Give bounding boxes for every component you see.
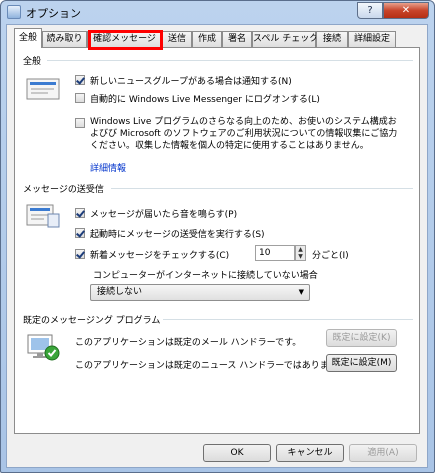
options-dialog: オプション ? ✕ 全般 読み取り 確認メッセージ 送信 作成 署名 スペル チ… bbox=[0, 0, 435, 473]
offline-option-select[interactable]: 接続しない ▼ bbox=[90, 284, 310, 301]
tab-connection[interactable]: 接続 bbox=[316, 31, 348, 47]
default-program-icon bbox=[27, 334, 60, 361]
divider bbox=[111, 188, 413, 189]
tab-signatures[interactable]: 署名 bbox=[222, 31, 252, 47]
send-receive-group-title: メッセージの送受信 bbox=[23, 185, 104, 195]
set-default-mail-button[interactable]: 既定に設定(K) bbox=[326, 329, 397, 347]
apply-button[interactable]: 適用(A) bbox=[349, 444, 417, 462]
title-bar: オプション ? ✕ bbox=[1, 1, 434, 23]
window-title: オプション bbox=[26, 7, 81, 20]
tab-read[interactable]: 読み取り bbox=[42, 31, 87, 47]
play-sound-label: メッセージが届いたら音を鳴らす(P) bbox=[90, 210, 238, 220]
tab-spelling[interactable]: スペル チェック bbox=[252, 31, 318, 47]
app-icon bbox=[7, 5, 21, 19]
tab-compose[interactable]: 作成 bbox=[192, 31, 222, 47]
tab-advanced[interactable]: 詳細設定 bbox=[348, 31, 396, 47]
improvement-program-checkbox[interactable] bbox=[75, 118, 85, 128]
auto-login-messenger-checkbox[interactable] bbox=[75, 93, 85, 103]
check-new-messages-label: 新着メッセージをチェックする(C) bbox=[90, 251, 230, 261]
default-program-group-title: 既定のメッセージング プログラム bbox=[23, 316, 161, 326]
close-button[interactable]: ✕ bbox=[383, 2, 429, 19]
cancel-button[interactable]: キャンセル bbox=[276, 444, 344, 462]
interval-input[interactable]: 10 bbox=[255, 245, 295, 261]
interval-unit-label: 分ごと(I) bbox=[312, 251, 349, 261]
interval-spinner[interactable]: ▲ ▼ bbox=[295, 245, 306, 261]
send-receive-startup-label: 起動時にメッセージの送受信を実行する(S) bbox=[90, 230, 265, 240]
offline-option-value: 接続しない bbox=[97, 287, 143, 297]
general-group-title: 全般 bbox=[23, 57, 42, 67]
ok-button[interactable]: OK bbox=[203, 444, 271, 462]
tab-highlight-box bbox=[88, 30, 163, 50]
dialog-body: 全般 読み取り 確認メッセージ 送信 作成 署名 スペル チェック 接続 詳細設… bbox=[6, 24, 428, 468]
play-sound-checkbox[interactable] bbox=[75, 208, 85, 218]
set-default-news-button[interactable]: 既定に設定(M) bbox=[326, 354, 397, 372]
details-link[interactable]: 詳細情報 bbox=[90, 161, 126, 174]
tab-general[interactable]: 全般 bbox=[14, 28, 42, 48]
divider bbox=[47, 60, 413, 61]
check-new-messages-checkbox[interactable] bbox=[75, 249, 85, 259]
send-receive-icon bbox=[26, 204, 60, 228]
divider bbox=[163, 319, 413, 320]
improvement-program-label: Windows Live プログラムのさらなる向上のため、お使いのシステム構成お… bbox=[90, 117, 398, 151]
notify-newsgroups-checkbox[interactable] bbox=[75, 75, 85, 85]
default-news-text: このアプリケーションは既定のニュース ハンドラーではありません。 bbox=[75, 361, 356, 371]
general-panel: 全般 新しいニュースグループがある場合は通知する(N) 自動的に Windows… bbox=[14, 47, 420, 434]
help-button[interactable]: ? bbox=[357, 2, 383, 19]
chevron-down-icon: ▼ bbox=[298, 288, 304, 296]
auto-login-messenger-label: 自動的に Windows Live Messenger にログオンする(L) bbox=[90, 95, 320, 105]
offline-label: コンピューターがインターネットに接続していない場合 bbox=[93, 271, 318, 281]
send-receive-startup-checkbox[interactable] bbox=[75, 228, 85, 238]
tab-send[interactable]: 送信 bbox=[162, 31, 192, 47]
newsgroup-icon bbox=[26, 78, 60, 100]
notify-newsgroups-label: 新しいニュースグループがある場合は通知する(N) bbox=[90, 77, 292, 87]
spin-down-icon[interactable]: ▼ bbox=[296, 253, 305, 260]
spin-up-icon[interactable]: ▲ bbox=[296, 246, 305, 253]
default-mail-text: このアプリケーションは既定のメール ハンドラーです。 bbox=[75, 338, 302, 348]
